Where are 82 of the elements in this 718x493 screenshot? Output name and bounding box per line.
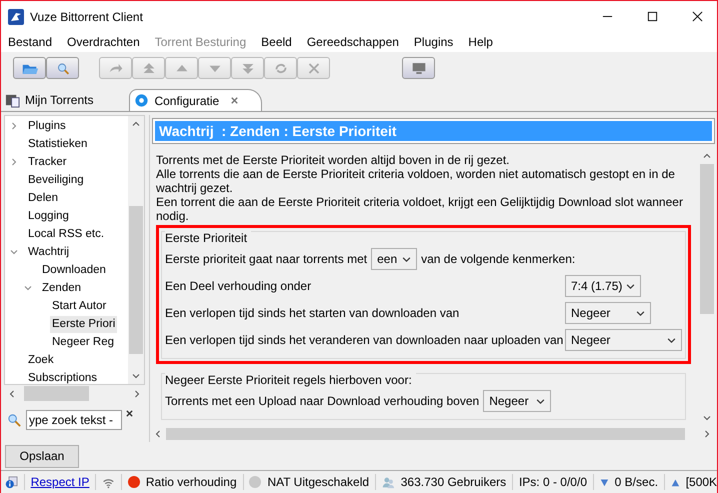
toolbar-open-button[interactable] xyxy=(13,57,46,79)
group-title: Negeer Eerste Prioriteit regels hierboven voor: xyxy=(165,373,416,387)
search-icon xyxy=(7,412,22,428)
tree-item[interactable]: Subscriptions xyxy=(26,370,100,384)
scroll-down-icon[interactable] xyxy=(703,414,711,422)
caret-icon xyxy=(402,254,412,264)
dropdown[interactable]: Negeer xyxy=(565,302,651,324)
menu-item[interactable]: Bestand xyxy=(8,35,52,49)
description-text: Alle torrents die aan de Eerste Prioriteit criteria voldoen, worden niet automatisch gestopt en in de wachtrij gezet. xyxy=(156,167,676,195)
status-text: [500K xyxy=(686,475,717,489)
scroll-left-icon[interactable] xyxy=(8,390,16,398)
tree-item[interactable]: Tracker xyxy=(26,154,69,170)
setting-label: Een Deel verhouding onder xyxy=(165,279,312,293)
toolbar-monitor-button[interactable] xyxy=(402,57,435,79)
section-header: Wachtrij : Zenden : Eerste Prioriteit xyxy=(155,121,712,141)
toolbar-search-button[interactable] xyxy=(46,57,79,79)
status-text: NAT Uitgeschakeld xyxy=(267,475,370,489)
scroll-right-icon[interactable] xyxy=(133,390,141,398)
chevron-down-icon[interactable] xyxy=(10,248,18,256)
tree-item[interactable]: Start Autor xyxy=(50,298,108,314)
status-text: 363.730 Gebruikers xyxy=(400,475,506,489)
torrents-tab[interactable]: Mijn Torrents xyxy=(1,89,130,111)
description-text: Een torrent die aan de Eerste Prioriteit criteria voldoet, krijgt een Gelijktijdig Download slot wanneer nodig. xyxy=(156,195,684,223)
vertical-scrollbar[interactable] xyxy=(128,116,144,384)
download-arrow-icon xyxy=(600,476,609,488)
tree-item[interactable]: Zenden xyxy=(40,280,84,296)
status-text: Ratio verhouding xyxy=(146,475,237,489)
menu-item[interactable]: Gereedschappen xyxy=(306,35,399,49)
caret-icon xyxy=(636,308,645,318)
tree-item[interactable]: Zoek xyxy=(26,352,56,368)
config-tab[interactable]: Configuratie xyxy=(129,89,262,111)
save-button[interactable]: Opslaan xyxy=(5,444,79,468)
group-title: Eerste Prioriteit xyxy=(165,231,252,245)
menu-item[interactable]: Beeld xyxy=(261,35,292,49)
chevron-right-icon[interactable] xyxy=(10,122,18,130)
scroll-down-icon[interactable] xyxy=(132,372,140,380)
setting-label: Een verlopen tijd sinds het veranderen van downloaden naar uploaden van xyxy=(165,333,561,347)
dropdown[interactable]: Negeer xyxy=(483,390,552,412)
scroll-up-icon[interactable] xyxy=(703,152,711,160)
dropdown[interactable]: 7:4 (1.75) xyxy=(565,275,641,297)
monitor-icon xyxy=(410,60,428,76)
scroll-left-icon[interactable] xyxy=(154,430,162,438)
tree-item[interactable]: Logging xyxy=(26,208,71,224)
status-text: 0 B/sec. xyxy=(614,475,658,489)
maximize-icon[interactable] xyxy=(647,11,658,22)
chevron-down-icon[interactable] xyxy=(24,284,32,292)
window-title: Vuze Bittorrent Client xyxy=(30,10,143,24)
respect-ip-link[interactable]: Respect IP xyxy=(30,475,90,489)
description-text: Torrents met de Eerste Prioriteit worden altijd boven in de rij gezet. xyxy=(156,153,511,167)
torrents-icon xyxy=(5,92,20,108)
search-field[interactable]: ype zoek tekst - xyxy=(26,410,122,430)
tree-item[interactable]: Plugins xyxy=(26,118,68,134)
setting-label: van de volgende kenmerken: xyxy=(421,252,576,266)
close-icon[interactable] xyxy=(692,11,703,22)
caret-icon xyxy=(536,396,546,406)
tree-item[interactable]: Negeer Reg xyxy=(50,334,116,350)
caret-icon xyxy=(667,336,676,344)
tree-item[interactable]: Downloaden xyxy=(40,262,108,278)
info-icon[interactable] xyxy=(5,474,18,490)
tree-item[interactable]: Beveiliging xyxy=(26,172,86,188)
menu-item[interactable]: Overdrachten xyxy=(67,35,140,49)
scroll-right-icon[interactable] xyxy=(703,430,711,438)
tree-item[interactable]: Local RSS etc. xyxy=(26,226,106,242)
status-text: IPs: 0 - 0/0/0 xyxy=(518,475,587,489)
tree-item[interactable]: Eerste Priori xyxy=(50,316,118,332)
users-icon xyxy=(382,474,395,490)
menu-item[interactable]: Help xyxy=(468,35,493,49)
tree-item[interactable]: Delen xyxy=(26,190,60,206)
tree-item[interactable]: Wachtrij xyxy=(26,244,72,260)
setting-label: Torrents met een Upload naar Download verhouding boven xyxy=(165,394,480,408)
config-icon xyxy=(134,93,150,108)
setting-label: Een verlopen tijd sinds het starten van downloaden van xyxy=(165,306,460,320)
clear-icon[interactable] xyxy=(126,410,133,417)
scroll-up-icon[interactable] xyxy=(132,120,140,128)
dropdown[interactable]: een xyxy=(371,248,418,270)
caret-icon xyxy=(626,282,635,290)
app-logo-icon xyxy=(8,8,24,24)
tree-item[interactable]: Statistieken xyxy=(26,136,90,152)
chevron-right-icon[interactable] xyxy=(10,158,18,166)
setting-label: Eerste prioriteit gaat naar torrents met xyxy=(165,252,368,266)
dropdown[interactable]: Negeer xyxy=(565,329,682,351)
menu-item[interactable]: Plugins xyxy=(414,35,454,49)
